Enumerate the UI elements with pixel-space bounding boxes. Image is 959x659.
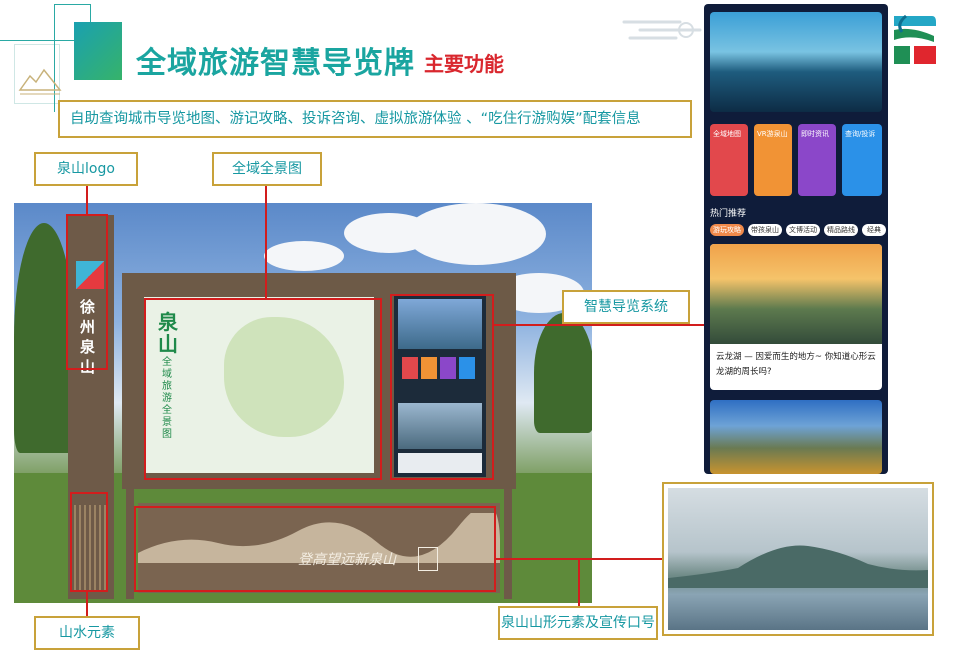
slogan-highlight [134, 506, 496, 592]
cloud [406, 203, 546, 265]
tile-label: 即时资讯 [801, 130, 829, 138]
logo-connector [86, 184, 88, 216]
panorama-highlight [144, 298, 382, 480]
logo-highlight [66, 214, 108, 370]
tile-label: VR游泉山 [757, 130, 788, 138]
panorama-label: 全域全景图 [212, 152, 322, 186]
tile-label: 查询/投诉 [845, 130, 876, 138]
tile-vr[interactable]: VR游泉山 [754, 124, 792, 196]
feature-description: 自助查询城市导览地图、游记攻略、投诉咨询、虚拟旅游体验 、“吃住行游购娱”配套信… [58, 100, 692, 138]
tile-label: 全域地图 [713, 130, 741, 138]
section-title: 热门推荐 [710, 209, 747, 219]
card-image [710, 244, 882, 344]
logo-label: 泉山logo [34, 152, 138, 186]
chip[interactable]: 带孩泉山 [748, 224, 782, 236]
tree [534, 313, 592, 433]
phone-screen: 全域地图 VR游泉山 即时资讯 查询/投诉 热门推荐 游玩攻略 带孩泉山 文博活… [704, 4, 888, 474]
landscape-label: 山水元素 [34, 616, 140, 650]
smart-guide-label: 智慧导览系统 [562, 290, 690, 324]
page-subtitle: 主要功能 [424, 52, 504, 76]
screen-highlight [390, 294, 494, 480]
card-title: 云龙湖 — 因爱而生的地方~ 你知道心形云龙湖的周长吗? [716, 352, 876, 377]
quanshan-brand-logo-icon [892, 12, 936, 66]
title-accent-block [74, 22, 122, 80]
corner-line [54, 4, 90, 5]
chip[interactable]: 经典 [862, 224, 886, 236]
mountain-logo-icon [18, 68, 62, 95]
chip[interactable]: 游玩攻略 [710, 224, 744, 236]
panorama-connector [265, 184, 267, 300]
lake-photo [668, 488, 928, 630]
phone-hero-image [710, 12, 882, 112]
tile-map: 全域地图 [710, 124, 748, 196]
tile-complaint[interactable]: 查询/投诉 [842, 124, 882, 196]
smart-guide-connector [494, 324, 704, 326]
chip[interactable]: 文博活动 [786, 224, 820, 236]
cloud-decoration-icon [622, 20, 702, 40]
slogan-label: 泉山山形元素及宣传口号 [498, 606, 658, 640]
slogan-connector [578, 558, 580, 606]
slogan-connector [496, 558, 664, 560]
board-leg [504, 489, 512, 599]
page-title: 全域旅游智慧导览牌 [136, 46, 415, 81]
tree [14, 223, 74, 453]
landscape-connector [86, 592, 88, 616]
chip[interactable]: 精品路线 [824, 224, 858, 236]
board-leg [126, 489, 134, 599]
recommend-card[interactable]: 云龙湖 — 因爱而生的地方~ 你知道心形云龙湖的周长吗? [710, 244, 882, 390]
cloud [264, 241, 344, 271]
card-image-2 [710, 400, 882, 474]
landscape-highlight [70, 492, 108, 592]
tile-news[interactable]: 即时资讯 [798, 124, 836, 196]
mountain-silhouette-icon [668, 545, 928, 588]
